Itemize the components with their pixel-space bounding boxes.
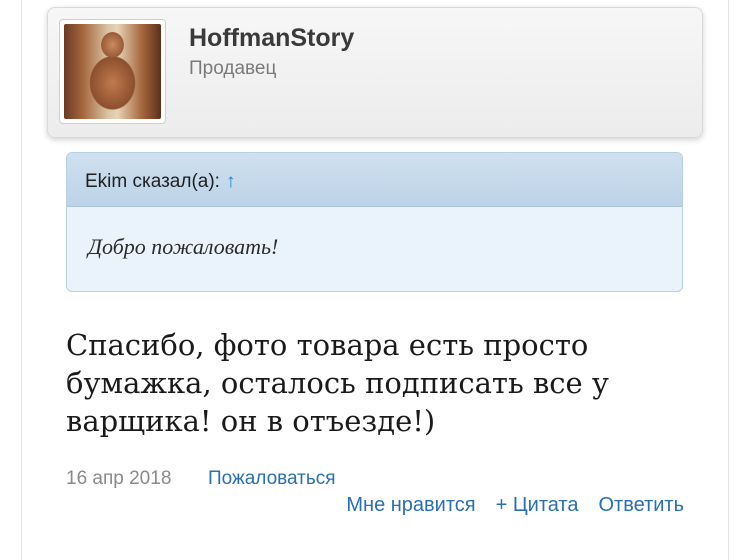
quote-header: Ekim сказал(а): ↑ xyxy=(67,153,682,207)
post-actions: Мне нравится + Цитата Ответить xyxy=(346,494,684,517)
reply-link[interactable]: Ответить xyxy=(599,494,685,517)
user-card: HoffmanStory Продавец xyxy=(47,7,703,138)
post-date[interactable]: 16 апр 2018 xyxy=(66,468,171,490)
user-title: Продавец xyxy=(189,58,277,79)
report-link[interactable]: Пожаловаться xyxy=(208,468,336,490)
like-link[interactable]: Мне нравится xyxy=(346,494,475,517)
avatar[interactable] xyxy=(59,19,166,124)
quote-block: Ekim сказал(а): ↑ Добро пожаловать! xyxy=(66,152,683,292)
post-message: Спасибо, фото товара есть просто бумажка… xyxy=(66,328,609,438)
quote-author: Ekim сказал(а): xyxy=(85,171,220,192)
quote-text: Добро пожаловать! xyxy=(88,234,279,259)
avatar-image xyxy=(64,24,161,119)
quote-link[interactable]: + Цитата xyxy=(496,494,579,517)
username[interactable]: HoffmanStory xyxy=(189,24,354,53)
arrow-up-icon[interactable]: ↑ xyxy=(226,171,236,192)
